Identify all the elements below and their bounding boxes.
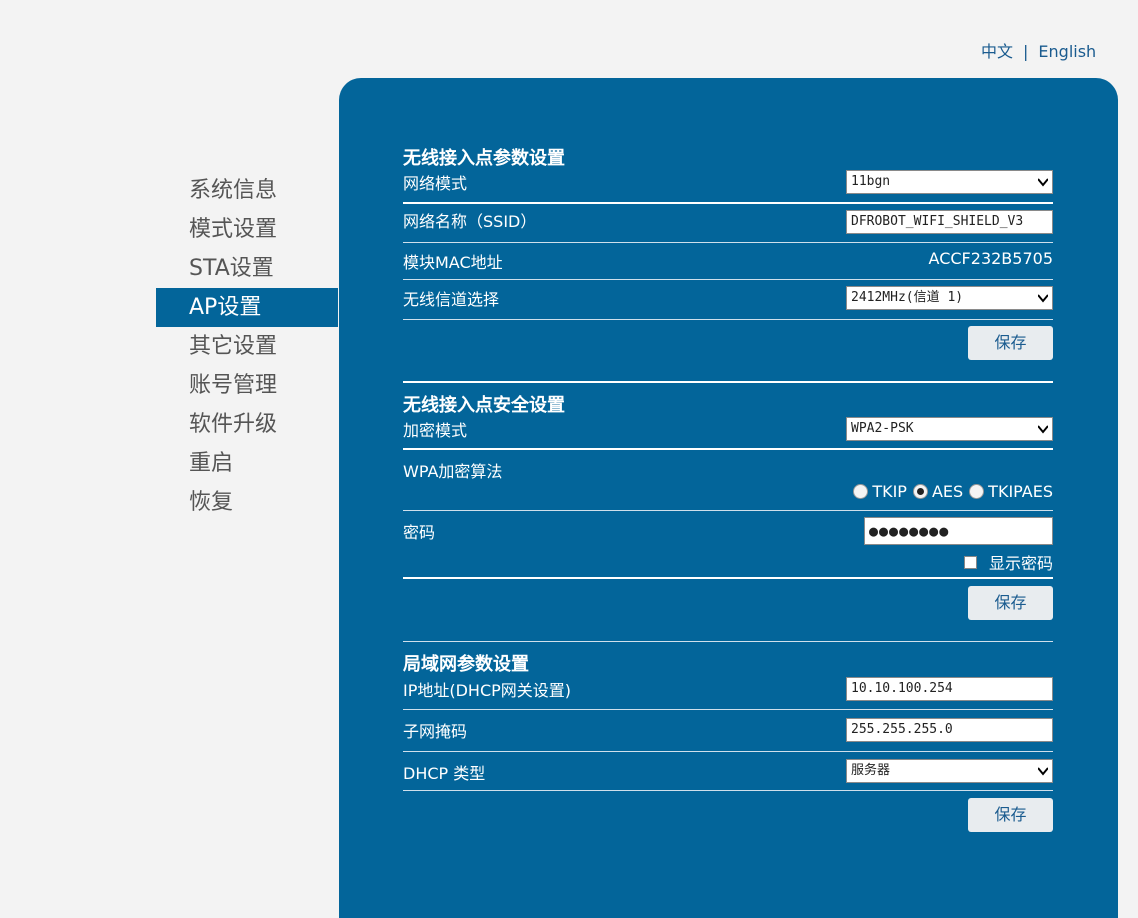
language-switcher: 中文 | English — [981, 38, 1096, 62]
password-input[interactable]: ●●●●●●●● — [864, 517, 1053, 545]
sidebar-item-other-settings[interactable]: 其它设置 — [156, 327, 338, 366]
encryption-label: 加密模式 — [403, 421, 468, 440]
section-divider — [403, 381, 1053, 383]
sidebar-item-account-management[interactable]: 账号管理 — [156, 366, 338, 405]
aes-label: AES — [931, 482, 964, 501]
password-row: 密码 ●●●●●●●● 显示密码 — [403, 511, 1053, 579]
sidebar-item-restart[interactable]: 重启 — [156, 444, 338, 483]
network-mode-value: 11bgn — [851, 174, 891, 189]
tkip-radio[interactable]: TKIP — [853, 482, 907, 501]
dhcp-label: DHCP 类型 — [403, 764, 486, 783]
radio-circle-icon — [969, 484, 985, 499]
show-password-label: 显示密码 — [988, 554, 1053, 573]
radio-circle-icon — [853, 484, 869, 499]
sidebar-item-system-info[interactable]: 系统信息 — [156, 171, 338, 210]
sidebar-item-ap-settings[interactable]: AP设置 — [156, 288, 338, 327]
lan-save-button[interactable]: 保存 — [968, 798, 1053, 832]
sidebar-item-mode-settings[interactable]: 模式设置 — [156, 210, 338, 249]
ap-params-save-button[interactable]: 保存 — [968, 326, 1053, 360]
mask-row: 子网掩码 255.255.255.0 — [403, 710, 1053, 752]
ssid-row: 网络名称（SSID） DFROBOT_WIFI_SHIELD_V3 — [403, 204, 1053, 243]
dhcp-select[interactable]: 服务器 — [846, 759, 1053, 783]
ip-input[interactable]: 10.10.100.254 — [846, 677, 1053, 701]
sidebar-item-software-upgrade[interactable]: 软件升级 — [156, 405, 338, 444]
chevron-down-icon — [1038, 425, 1048, 434]
channel-value: 2412MHz(信道 1) — [851, 290, 964, 305]
mac-row: 模块MAC地址 ACCF232B5705 — [403, 243, 1053, 280]
channel-label: 无线信道选择 — [403, 290, 500, 309]
channel-select[interactable]: 2412MHz(信道 1) — [846, 286, 1053, 310]
algorithm-row: WPA加密算法 TKIP AES TKIPAES — [403, 450, 1053, 511]
show-password-control: 显示密码 — [963, 550, 1053, 574]
language-en-link[interactable]: English — [1038, 42, 1096, 61]
mac-value: ACCF232B5705 — [928, 249, 1053, 268]
radio-checked-icon — [912, 484, 928, 499]
language-zh-link[interactable]: 中文 — [981, 42, 1013, 61]
password-label: 密码 — [403, 523, 436, 542]
ap-security-save-button[interactable]: 保存 — [968, 586, 1053, 620]
mask-label: 子网掩码 — [403, 722, 468, 741]
chevron-down-icon — [1038, 767, 1048, 776]
aes-radio[interactable]: AES — [912, 482, 964, 501]
encryption-row: 加密模式 WPA2-PSK — [403, 414, 1053, 450]
section-divider — [403, 641, 1053, 642]
chevron-down-icon — [1038, 178, 1048, 187]
algorithm-radio-group: TKIP AES TKIPAES — [847, 482, 1053, 501]
dhcp-value: 服务器 — [851, 763, 891, 778]
network-mode-label: 网络模式 — [403, 174, 468, 193]
tkipaes-label: TKIPAES — [988, 482, 1053, 501]
chevron-down-icon — [1038, 294, 1048, 303]
mask-input[interactable]: 255.255.255.0 — [846, 718, 1053, 742]
ssid-label: 网络名称（SSID） — [403, 212, 537, 231]
sidebar-item-restore[interactable]: 恢复 — [156, 483, 338, 522]
network-mode-select[interactable]: 11bgn — [846, 170, 1053, 194]
ip-label: IP地址(DHCP网关设置) — [403, 681, 572, 700]
show-password-checkbox[interactable] — [963, 555, 977, 569]
channel-row: 无线信道选择 2412MHz(信道 1) — [403, 280, 1053, 320]
ip-row: IP地址(DHCP网关设置) 10.10.100.254 — [403, 673, 1053, 710]
sidebar: 系统信息 模式设置 STA设置 AP设置 其它设置 账号管理 软件升级 重启 恢… — [156, 171, 338, 522]
language-separator: | — [1023, 42, 1029, 61]
ssid-input[interactable]: DFROBOT_WIFI_SHIELD_V3 — [846, 210, 1053, 234]
dhcp-row: DHCP 类型 服务器 — [403, 752, 1053, 791]
tkip-label: TKIP — [872, 482, 907, 501]
tkipaes-radio[interactable]: TKIPAES — [969, 482, 1053, 501]
sidebar-item-sta-settings[interactable]: STA设置 — [156, 249, 338, 288]
network-mode-row: 网络模式 11bgn — [403, 167, 1053, 204]
encryption-select[interactable]: WPA2-PSK — [846, 417, 1053, 441]
settings-panel: 无线接入点参数设置 网络模式 11bgn 网络名称（SSID） DFROBOT_… — [339, 78, 1118, 918]
algorithm-label: WPA加密算法 — [403, 462, 503, 481]
encryption-value: WPA2-PSK — [851, 421, 914, 436]
mac-label: 模块MAC地址 — [403, 253, 503, 272]
